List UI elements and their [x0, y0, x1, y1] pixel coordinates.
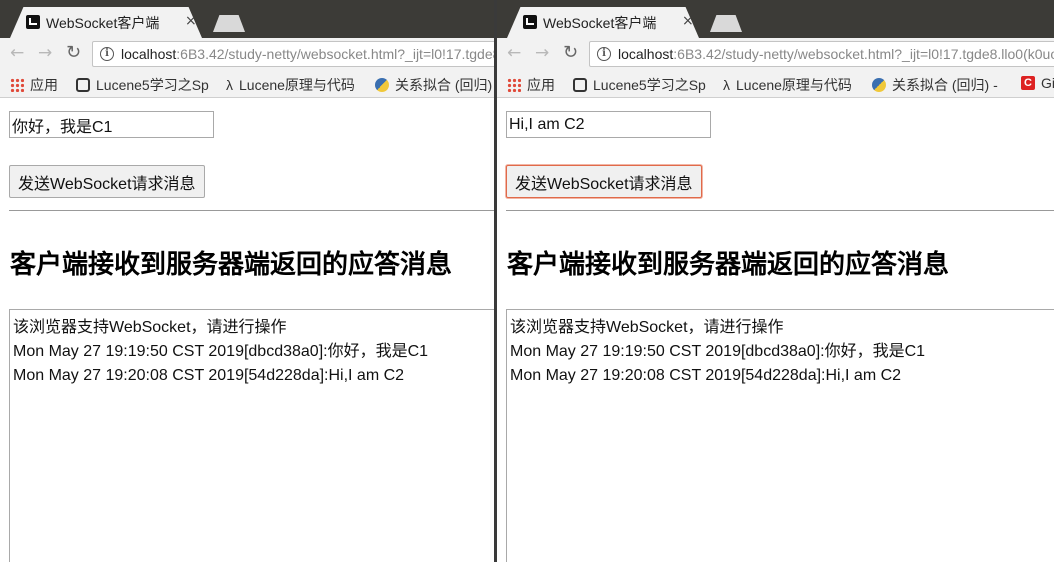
forward-arrow-icon[interactable]: → — [535, 43, 549, 63]
tab-strip: WebSocket客户端 × — [497, 0, 1054, 38]
reload-icon[interactable]: ↻ — [563, 43, 578, 63]
response-line: Mon May 27 19:20:08 CST 2019[54d228da]:H… — [13, 367, 405, 384]
bookmarks-bar: 应用 Lucene5学习之Sp λ Lucene原理与代码 关系拟合 (回归) — [0, 70, 494, 98]
intellij-favicon-icon — [523, 15, 537, 29]
tab-strip: WebSocket客户端 × — [0, 0, 494, 38]
browser-window-left: WebSocket客户端 × ← → ↻ i localhost:6B3.42/… — [0, 0, 494, 562]
bookmark-regression[interactable]: 关系拟合 (回归) — [375, 75, 494, 95]
send-websocket-button[interactable]: 发送WebSocket请求消息 — [506, 165, 702, 198]
message-input[interactable] — [9, 111, 214, 138]
divider-line — [9, 210, 494, 211]
page-content: 发送WebSocket请求消息 客户端接收到服务器端返回的应答消息 该浏览器支持… — [497, 99, 1054, 562]
info-icon[interactable]: i — [100, 47, 114, 61]
bookmark-lucene5[interactable]: Lucene5学习之Sp — [76, 75, 214, 95]
url-text: localhost:6B3.42/study-netty/websocket.h… — [618, 46, 1054, 62]
apps-grid-icon — [10, 78, 24, 92]
forward-arrow-icon[interactable]: → — [38, 43, 52, 63]
browser-window-right: WebSocket客户端 × ← → ↻ i localhost:6B3.42/… — [497, 0, 1054, 562]
cc-icon — [573, 78, 587, 92]
response-line: 该浏览器支持WebSocket，请进行操作 — [13, 319, 287, 336]
response-heading: 客户端接收到服务器端返回的应答消息 — [507, 250, 950, 280]
bookmark-apps[interactable]: 应用 — [10, 75, 58, 95]
lambda-icon: λ — [226, 77, 233, 93]
bookmark-apps[interactable]: 应用 — [507, 75, 555, 95]
python-icon — [375, 78, 389, 92]
browser-toolbar: ← → ↻ i localhost:6B3.42/study-netty/web… — [497, 38, 1054, 70]
bookmarks-bar: 应用 Lucene5学习之Sp λ Lucene原理与代码 关系拟合 (回归) -… — [497, 70, 1054, 98]
back-arrow-icon[interactable]: ← — [507, 43, 521, 63]
reload-icon[interactable]: ↻ — [66, 43, 81, 63]
response-line: Mon May 27 19:19:50 CST 2019[dbcd38a0]:你… — [13, 343, 429, 360]
address-bar[interactable]: i localhost:6B3.42/study-netty/websocket… — [589, 41, 1054, 67]
c-icon: C — [1021, 76, 1035, 90]
tab-close-icon[interactable]: × — [682, 13, 694, 29]
address-bar[interactable]: i localhost:6B3.42/study-netty/websocket… — [92, 41, 494, 67]
new-tab-button[interactable] — [710, 15, 742, 32]
info-icon[interactable]: i — [597, 47, 611, 61]
response-textarea[interactable]: 该浏览器支持WebSocket，请进行操作 Mon May 27 19:19:5… — [506, 309, 1054, 562]
bookmark-gi[interactable]: C Gi — [1021, 75, 1054, 91]
tab-websocket-client[interactable]: WebSocket客户端 × — [507, 7, 699, 38]
apps-grid-icon — [507, 78, 521, 92]
divider-line — [506, 210, 1054, 211]
tab-title: WebSocket客户端 — [46, 15, 160, 31]
browser-toolbar: ← → ↻ i localhost:6B3.42/study-netty/web… — [0, 38, 494, 70]
url-text: localhost:6B3.42/study-netty/websocket.h… — [121, 46, 494, 62]
tab-title: WebSocket客户端 — [543, 15, 657, 31]
bookmark-lucene-principle[interactable]: λ Lucene原理与代码 — [226, 75, 364, 95]
bookmark-lucene5[interactable]: Lucene5学习之Sp — [573, 75, 711, 95]
tab-close-icon[interactable]: × — [185, 13, 197, 29]
intellij-favicon-icon — [26, 15, 40, 29]
message-input[interactable] — [506, 111, 711, 138]
back-arrow-icon[interactable]: ← — [10, 43, 24, 63]
response-heading: 客户端接收到服务器端返回的应答消息 — [10, 250, 453, 280]
response-line: Mon May 27 19:19:50 CST 2019[dbcd38a0]:你… — [510, 343, 926, 360]
response-line: Mon May 27 19:20:08 CST 2019[54d228da]:H… — [510, 367, 902, 384]
response-textarea[interactable]: 该浏览器支持WebSocket，请进行操作 Mon May 27 19:19:5… — [9, 309, 494, 562]
response-line: 该浏览器支持WebSocket，请进行操作 — [510, 319, 784, 336]
bookmark-regression[interactable]: 关系拟合 (回归) - — [872, 75, 1010, 95]
new-tab-button[interactable] — [213, 15, 245, 32]
tab-websocket-client[interactable]: WebSocket客户端 × — [10, 7, 202, 38]
lambda-icon: λ — [723, 77, 730, 93]
python-icon — [872, 78, 886, 92]
send-websocket-button[interactable]: 发送WebSocket请求消息 — [9, 165, 205, 198]
cc-icon — [76, 78, 90, 92]
page-content: 发送WebSocket请求消息 客户端接收到服务器端返回的应答消息 该浏览器支持… — [0, 99, 494, 562]
bookmark-lucene-principle[interactable]: λ Lucene原理与代码 — [723, 75, 861, 95]
